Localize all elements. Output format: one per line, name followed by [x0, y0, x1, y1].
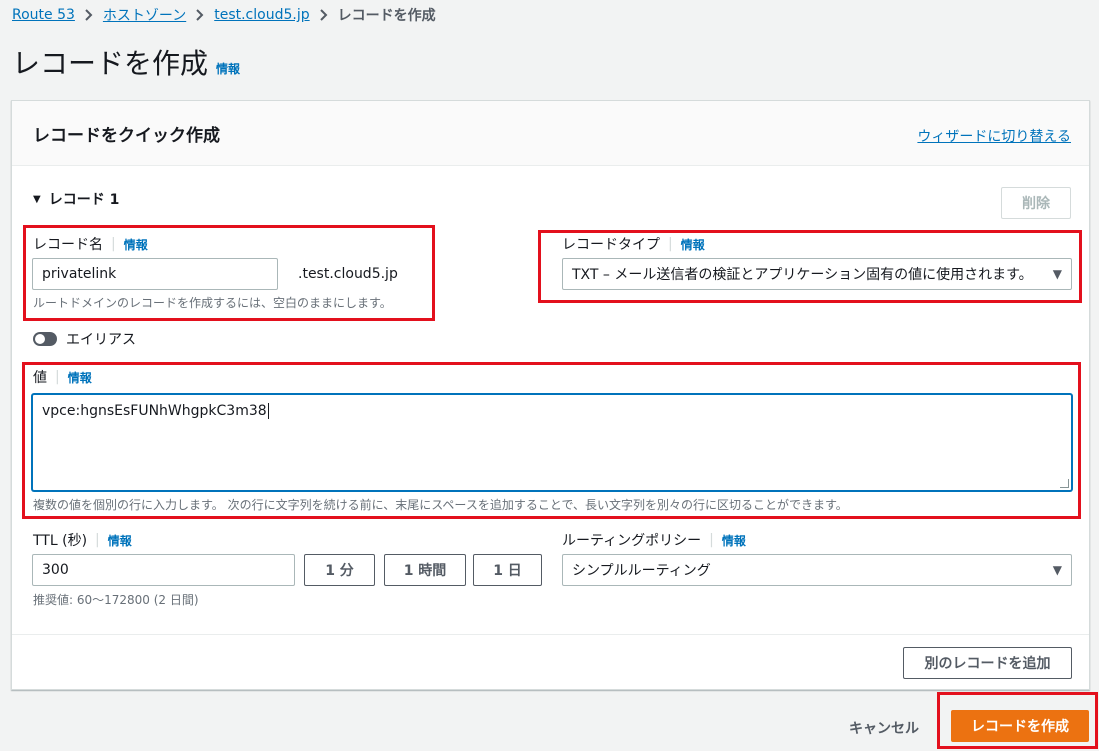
value-info-link[interactable]: 情報	[68, 369, 92, 386]
breadcrumb-current: レコードを作成	[337, 8, 436, 24]
record-type-info-link[interactable]: 情報	[681, 236, 705, 253]
caret-down-icon: ▼	[1052, 563, 1062, 577]
breadcrumb-route53[interactable]: Route 53	[12, 7, 75, 23]
value-label: 値 | 情報	[33, 369, 92, 386]
value-hint: 複数の値を個別の行に入力します。 次の行に文字列を続ける前に、末尾にスペースを追…	[33, 498, 848, 512]
cancel-button[interactable]: キャンセル	[849, 718, 919, 738]
ttl-label-text: TTL (秒)	[33, 533, 88, 549]
panel-footer-divider	[12, 634, 1089, 635]
delete-button[interactable]: 削除	[1001, 187, 1071, 219]
ttl-1day-button[interactable]: 1 日	[473, 554, 542, 586]
ttl-input[interactable]: 300	[32, 554, 295, 586]
record-type-label-text: レコードタイプ	[562, 237, 660, 253]
breadcrumb-zone[interactable]: test.cloud5.jp	[214, 7, 309, 23]
page-info-link[interactable]: 情報	[216, 60, 240, 77]
record-name-input[interactable]: privatelink	[32, 258, 278, 290]
alias-label: エイリアス	[66, 332, 136, 348]
record-section-toggle[interactable]: ▼ レコード 1	[33, 189, 119, 209]
record-type-label: レコードタイプ | 情報	[562, 236, 705, 253]
quick-create-panel: レコードをクイック作成 ウィザードに切り替える ▼ レコード 1 削除 レコード…	[11, 100, 1090, 690]
alias-toggle-row: エイリアス	[33, 329, 136, 349]
ttl-1min-button[interactable]: 1 分	[304, 554, 375, 586]
caret-down-icon: ▼	[1052, 267, 1062, 281]
chevron-right-icon	[319, 9, 328, 21]
chevron-right-icon	[85, 9, 93, 21]
caret-down-icon: ▼	[33, 193, 41, 205]
ttl-info-link[interactable]: 情報	[108, 532, 132, 549]
ttl-1hour-button[interactable]: 1 時間	[384, 554, 466, 586]
record-type-select[interactable]: TXT – メール送信者の検証とアプリケーション固有の値に使用されます。 ▼	[562, 258, 1072, 290]
routing-policy-select[interactable]: シンプルルーティング ▼	[562, 554, 1072, 586]
record-type-selected: TXT – メール送信者の検証とアプリケーション固有の値に使用されます。	[572, 267, 1033, 283]
record-name-hint: ルートドメインのレコードを作成するには、空白のままにします。	[33, 296, 392, 310]
toggle-icon[interactable]	[33, 332, 57, 346]
ttl-hint: 推奨値: 60～172800 (2 日間)	[33, 593, 199, 607]
create-record-button[interactable]: レコードを作成	[951, 710, 1089, 742]
routing-policy-selected: シンプルルーティング	[572, 563, 711, 579]
record-name-suffix: .test.cloud5.jp	[298, 266, 398, 282]
value-text: vpce:hgnsEsFUNhWhgpkC3m38	[42, 403, 267, 419]
routing-policy-info-link[interactable]: 情報	[722, 532, 746, 549]
page-title: レコードを作成 情報	[12, 42, 240, 82]
record-name-label: レコード名 | 情報	[33, 236, 148, 253]
breadcrumb-hosted-zones[interactable]: ホストゾーン	[103, 5, 186, 25]
page-title-text: レコードを作成	[12, 47, 209, 80]
add-record-button[interactable]: 別のレコードを追加	[903, 647, 1072, 679]
value-label-text: 値	[33, 370, 47, 386]
value-textarea[interactable]: vpce:hgnsEsFUNhWhgpkC3m38	[32, 394, 1072, 491]
record-heading: レコード 1	[48, 192, 120, 208]
panel-title: レコードをクイック作成	[33, 126, 220, 146]
routing-policy-label-text: ルーティングポリシー	[562, 533, 702, 549]
switch-to-wizard-link[interactable]: ウィザードに切り替える	[917, 126, 1071, 146]
breadcrumb: Route 53 ホストゾーン test.cloud5.jp レコードを作成	[12, 5, 436, 25]
record-name-label-text: レコード名	[33, 237, 103, 253]
routing-policy-label: ルーティングポリシー | 情報	[562, 532, 746, 549]
chevron-right-icon	[196, 9, 204, 21]
resize-handle[interactable]	[1060, 479, 1069, 488]
ttl-label: TTL (秒) | 情報	[33, 532, 132, 549]
record-name-info-link[interactable]: 情報	[124, 236, 148, 253]
